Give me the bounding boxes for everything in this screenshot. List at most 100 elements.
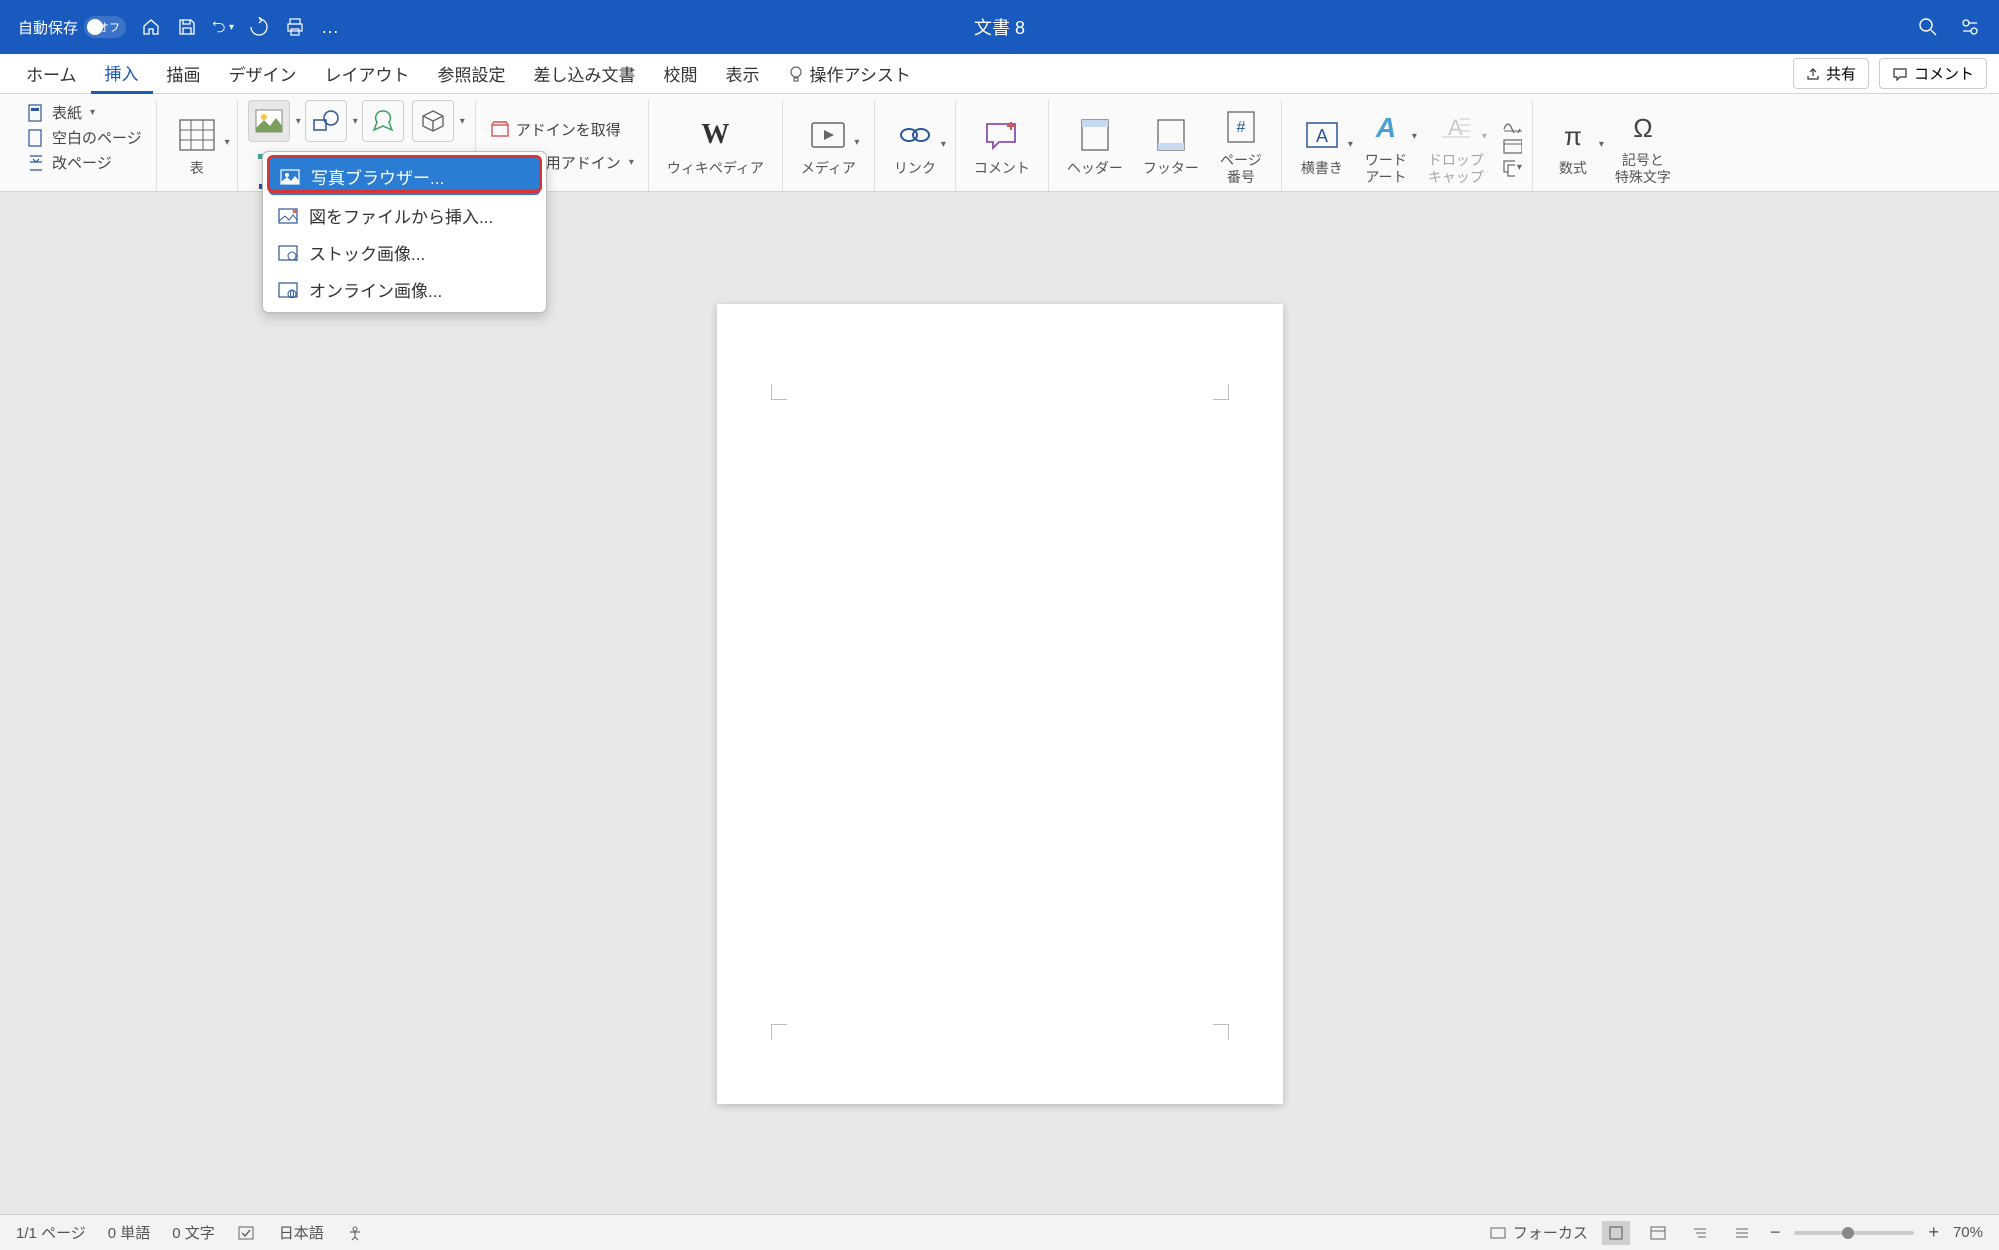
margin-guide xyxy=(771,384,787,400)
status-words[interactable]: 0 単語 xyxy=(108,1222,151,1243)
shapes-button[interactable]: ▾ xyxy=(305,100,358,142)
dropcap-icon: A▾ xyxy=(1435,106,1477,148)
wikipedia-button[interactable]: W ウィキペディア xyxy=(659,110,772,181)
draft-view-icon[interactable] xyxy=(1728,1221,1756,1245)
outline-view-icon[interactable] xyxy=(1686,1221,1714,1245)
tab-mailings[interactable]: 差し込み文書 xyxy=(520,54,650,94)
autosave-label: 自動保存 xyxy=(18,17,78,38)
icons-button[interactable] xyxy=(362,100,408,142)
dropdown-item-stock-images[interactable]: ストック画像... xyxy=(263,234,546,271)
focus-icon[interactable]: フォーカス xyxy=(1489,1222,1588,1243)
dropdown-item-photo-browser[interactable]: 写真ブラウザー... xyxy=(269,158,540,195)
print-icon[interactable] xyxy=(284,16,306,38)
group-wikipedia: W ウィキペディア xyxy=(649,100,783,191)
online-pictures-icon xyxy=(277,281,299,299)
group-table: ▾ 表 xyxy=(157,100,238,191)
tabbar: ホーム 挿入 描画 デザイン レイアウト 参照設定 差し込み文書 校閲 表示 操… xyxy=(0,54,1999,94)
search-icon[interactable] xyxy=(1917,16,1939,38)
page-number-icon: # xyxy=(1220,106,1262,148)
textbox-icon: A▾ xyxy=(1301,114,1343,156)
table-button[interactable]: ▾ 表 xyxy=(167,110,227,181)
page-break-button[interactable]: 改ページ xyxy=(22,150,146,175)
header-icon xyxy=(1074,114,1116,156)
zoom-slider[interactable] xyxy=(1794,1231,1914,1235)
cover-page-button[interactable]: 表紙▾ xyxy=(22,100,146,125)
status-chars[interactable]: 0 文字 xyxy=(172,1222,215,1243)
autosave-toggle[interactable]: 自動保存 オフ xyxy=(18,16,126,38)
zoom-out-button[interactable]: − xyxy=(1770,1222,1781,1243)
3d-models-button[interactable]: ▾ xyxy=(412,100,465,142)
group-pages: 表紙▾ 空白のページ 改ページ xyxy=(12,100,157,191)
new-comment-button[interactable]: コメント xyxy=(966,110,1038,181)
get-addins-button[interactable]: アドインを取得 xyxy=(486,117,638,142)
ribbon-options-icon[interactable] xyxy=(1959,16,1981,38)
home-icon[interactable] xyxy=(140,16,162,38)
shapes-icon xyxy=(305,100,347,142)
blank-page-icon xyxy=(26,129,46,147)
date-time-icon[interactable] xyxy=(1502,137,1522,155)
tab-view[interactable]: 表示 xyxy=(712,54,774,94)
media-icon: ▾ xyxy=(807,114,849,156)
tell-me[interactable]: 操作アシスト xyxy=(774,54,925,94)
comments-button[interactable]: コメント xyxy=(1879,58,1987,89)
equation-button[interactable]: π▾ 数式 xyxy=(1543,110,1603,181)
header-button[interactable]: ヘッダー xyxy=(1059,110,1131,181)
object-icon[interactable]: ▾ xyxy=(1502,159,1522,177)
footer-button[interactable]: フッター xyxy=(1135,110,1207,181)
titlebar: 自動保存 オフ ▾ … 文書 8 xyxy=(0,0,1999,54)
zoom-level[interactable]: 70% xyxy=(1953,1224,1983,1241)
from-file-icon xyxy=(277,207,299,225)
undo-icon[interactable]: ▾ xyxy=(212,16,234,38)
wikipedia-icon: W xyxy=(694,114,736,156)
document-canvas[interactable] xyxy=(0,192,1999,1214)
bulb-icon xyxy=(788,65,804,83)
more-icon[interactable]: … xyxy=(320,16,342,38)
pictures-dropdown: 写真ブラウザー... 図をファイルから挿入... ストック画像... オンライン… xyxy=(262,151,547,313)
symbol-button[interactable]: Ω 記号と 特殊文字 xyxy=(1607,102,1679,190)
tab-layout[interactable]: レイアウト xyxy=(311,54,424,94)
status-language[interactable]: 日本語 xyxy=(279,1222,324,1243)
page[interactable] xyxy=(717,304,1283,1104)
footer-icon xyxy=(1150,114,1192,156)
svg-text:#: # xyxy=(1236,119,1245,136)
spellcheck-icon[interactable] xyxy=(237,1225,257,1241)
tab-insert[interactable]: 挿入 xyxy=(91,54,153,94)
page-number-button[interactable]: # ページ 番号 xyxy=(1211,102,1271,190)
media-button[interactable]: ▾ メディア xyxy=(793,110,864,181)
print-layout-view-icon[interactable] xyxy=(1602,1221,1630,1245)
textbox-button[interactable]: A▾ 横書き xyxy=(1292,110,1352,181)
tab-references[interactable]: 参照設定 xyxy=(424,54,520,94)
dropcap-button[interactable]: A▾ ドロップ キャップ xyxy=(1420,102,1492,190)
signature-icon[interactable] xyxy=(1502,115,1522,133)
accessibility-icon[interactable] xyxy=(346,1225,364,1241)
tab-home[interactable]: ホーム xyxy=(12,54,91,94)
tab-review[interactable]: 校閲 xyxy=(650,54,712,94)
zoom-in-button[interactable]: + xyxy=(1928,1222,1939,1243)
dropdown-item-from-file[interactable]: 図をファイルから挿入... xyxy=(263,197,546,234)
status-page[interactable]: 1/1 ページ xyxy=(16,1222,86,1243)
new-comment-icon xyxy=(981,114,1023,156)
share-button[interactable]: 共有 xyxy=(1793,58,1869,89)
wordart-button[interactable]: A▾ ワード アート xyxy=(1356,102,1416,190)
pictures-button[interactable]: ▾ xyxy=(248,100,301,142)
group-symbols: π▾ 数式 Ω 記号と 特殊文字 xyxy=(1533,100,1689,191)
dropdown-item-online-pictures[interactable]: オンライン画像... xyxy=(263,271,546,308)
store-icon xyxy=(490,120,510,138)
group-text: A▾ 横書き A▾ ワード アート A▾ ドロップ キャップ ▾ xyxy=(1282,100,1533,191)
redo-icon[interactable] xyxy=(248,16,270,38)
toggle-switch[interactable]: オフ xyxy=(84,16,126,38)
web-layout-view-icon[interactable] xyxy=(1644,1221,1672,1245)
table-icon: ▾ xyxy=(176,114,218,156)
svg-text:A: A xyxy=(1316,126,1328,146)
cover-page-icon xyxy=(26,104,46,122)
save-icon[interactable] xyxy=(176,16,198,38)
svg-text:Ω: Ω xyxy=(1633,113,1652,143)
tab-draw[interactable]: 描画 xyxy=(153,54,215,94)
icons-icon xyxy=(362,100,404,142)
blank-page-button[interactable]: 空白のページ xyxy=(22,125,146,150)
margin-guide xyxy=(1213,1024,1229,1040)
link-button[interactable]: ▾ リンク xyxy=(885,110,945,181)
svg-text:A: A xyxy=(1375,112,1396,143)
tab-design[interactable]: デザイン xyxy=(215,54,311,94)
page-break-icon xyxy=(26,154,46,172)
